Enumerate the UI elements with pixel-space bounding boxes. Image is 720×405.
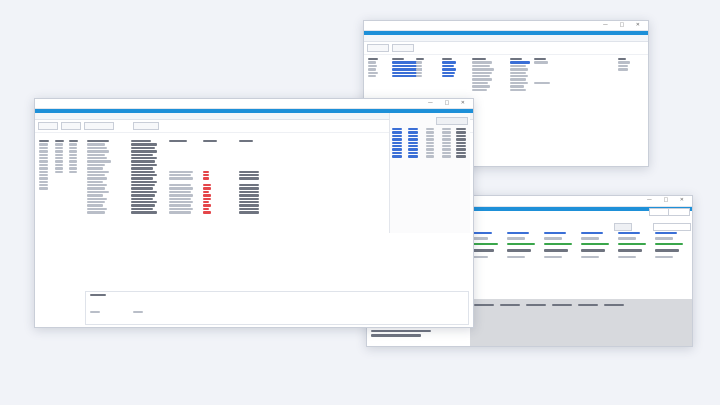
right-col-4 bbox=[442, 127, 456, 158]
filter-select[interactable] bbox=[653, 223, 691, 231]
main-col-1 bbox=[87, 139, 127, 214]
toolbar-button-2[interactable] bbox=[392, 44, 414, 52]
left-col-2 bbox=[55, 139, 69, 173]
filter-button[interactable] bbox=[614, 223, 632, 231]
main-col-3 bbox=[169, 139, 199, 214]
footer bbox=[371, 329, 466, 343]
header-button-2[interactable] bbox=[668, 208, 690, 216]
right-subgrid bbox=[389, 113, 470, 233]
calendar-card[interactable] bbox=[470, 231, 506, 258]
left-col-3 bbox=[69, 139, 83, 173]
toolbar-button-4[interactable] bbox=[133, 122, 159, 130]
title-bar: — □ ✕ bbox=[364, 21, 648, 31]
col-8 bbox=[618, 57, 638, 71]
right-col-1 bbox=[392, 127, 406, 158]
right-col-3 bbox=[426, 127, 440, 158]
gray-calendar-area bbox=[470, 299, 692, 346]
toolbar bbox=[364, 42, 648, 55]
window-controls[interactable]: — □ ✕ bbox=[647, 197, 689, 203]
window-controls[interactable]: — □ ✕ bbox=[603, 22, 645, 28]
detail-panel bbox=[85, 291, 469, 325]
panel-button[interactable] bbox=[436, 117, 468, 125]
main-col-2 bbox=[131, 139, 165, 214]
toolbar-button-1[interactable] bbox=[38, 122, 58, 130]
toolbar-button-1[interactable] bbox=[367, 44, 389, 52]
calendar-card[interactable] bbox=[544, 231, 580, 258]
toolbar-button-2[interactable] bbox=[61, 122, 81, 130]
title-bar: — □ ✕ bbox=[35, 99, 473, 109]
calendar-cards bbox=[470, 231, 690, 297]
main-col-4 bbox=[203, 139, 233, 214]
col-7 bbox=[534, 57, 564, 85]
col-4 bbox=[442, 57, 462, 78]
calendar-card[interactable] bbox=[581, 231, 617, 258]
main-col-5 bbox=[239, 139, 273, 214]
calendar-card[interactable] bbox=[618, 231, 654, 258]
col-1 bbox=[368, 57, 388, 78]
main-grid bbox=[87, 139, 387, 289]
menu-bar bbox=[364, 35, 648, 42]
left-grid bbox=[39, 139, 83, 249]
main-window: — □ ✕ bbox=[34, 98, 474, 328]
col-5 bbox=[472, 57, 502, 91]
window-controls[interactable]: — □ ✕ bbox=[428, 100, 470, 106]
calendar-card[interactable] bbox=[507, 231, 543, 258]
col-3 bbox=[416, 57, 436, 78]
calendar-card[interactable] bbox=[655, 231, 691, 258]
toolbar-button-3[interactable] bbox=[84, 122, 114, 130]
left-col-1 bbox=[39, 139, 53, 190]
right-col-5 bbox=[456, 127, 470, 158]
right-col-2 bbox=[408, 127, 422, 158]
